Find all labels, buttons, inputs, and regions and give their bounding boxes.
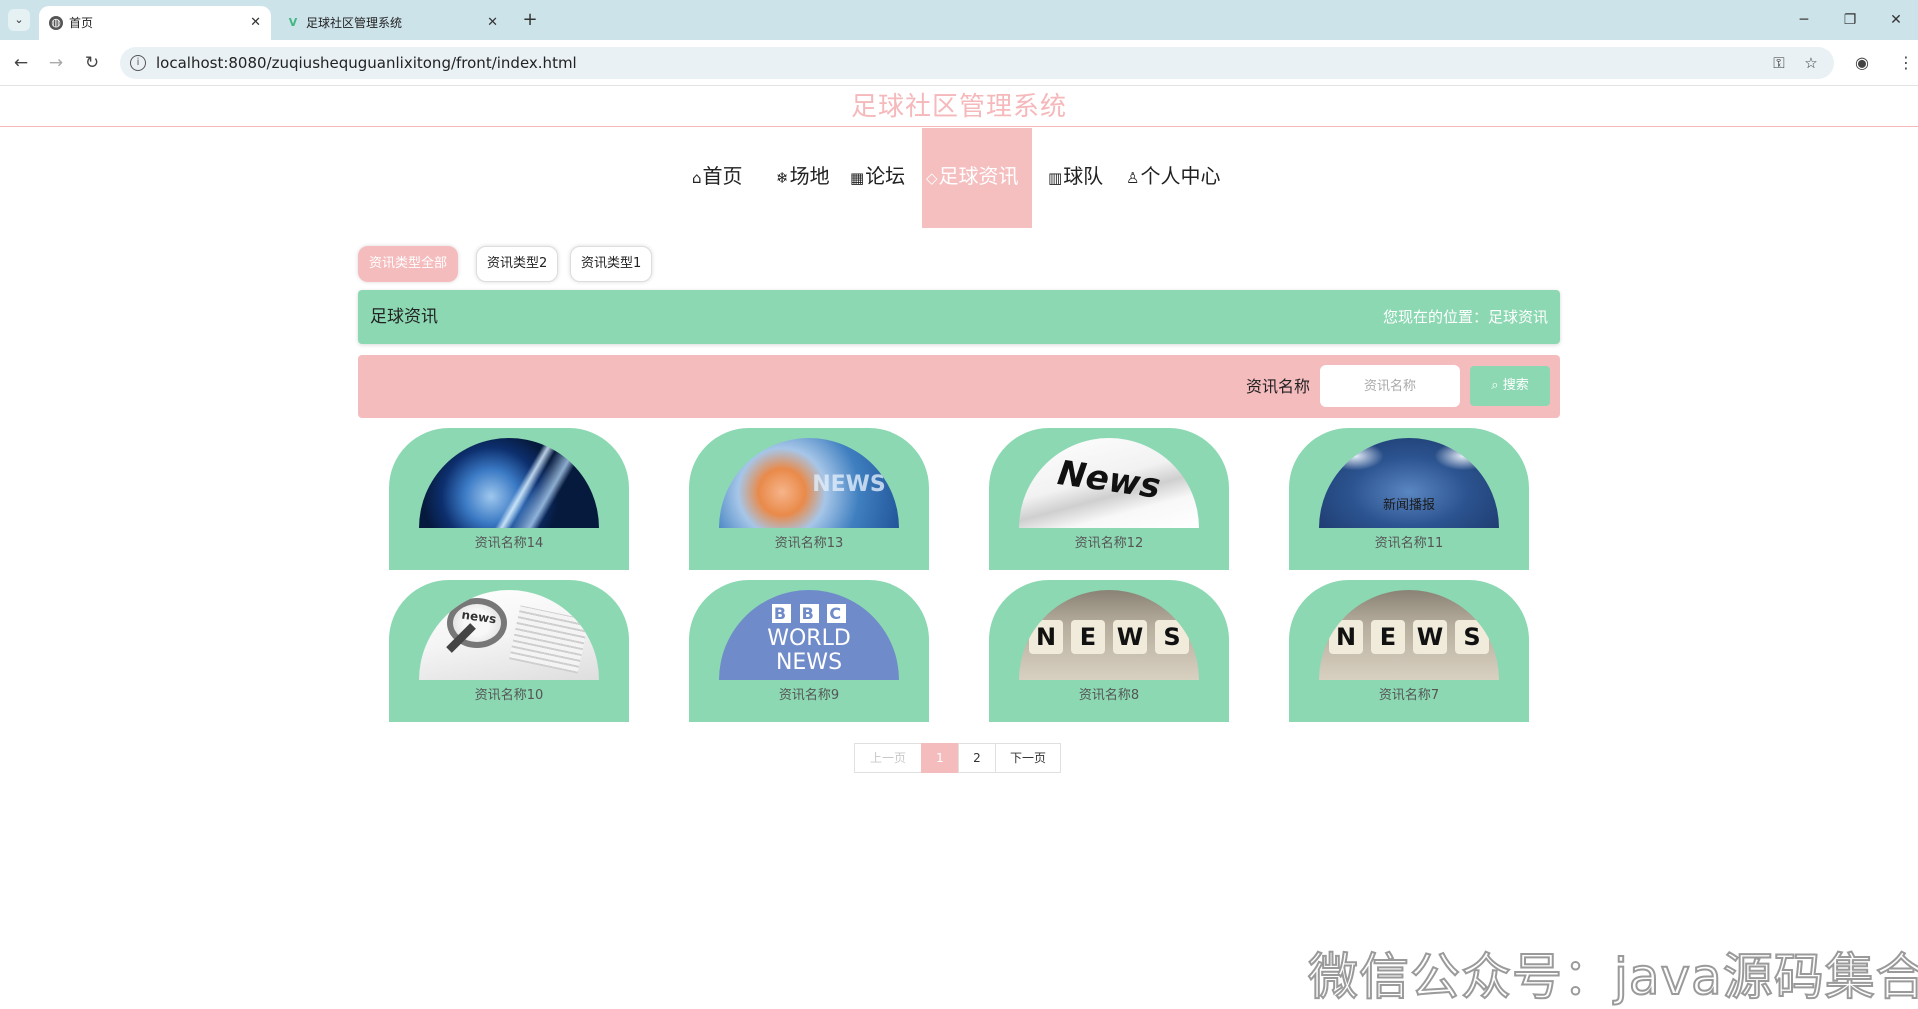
menu-item-football-news[interactable]: ◇足球资讯 bbox=[922, 128, 1032, 228]
menu-item-home[interactable]: ⌂首页 bbox=[692, 128, 743, 228]
menu-item-personal-center[interactable]: ♙个人中心 bbox=[1126, 128, 1220, 228]
grid-icon: ▥ bbox=[1048, 169, 1063, 187]
page-2-button[interactable]: 2 bbox=[958, 743, 996, 773]
url-text[interactable]: localhost:8080/zuqiushequguanlixitong/fr… bbox=[156, 47, 577, 79]
news-studio-image: NEWS bbox=[719, 438, 899, 528]
page-1-button[interactable]: 1 bbox=[921, 743, 959, 773]
menu-label: 球队 bbox=[1063, 164, 1104, 188]
watermark: 微信公众号：java源码集合 bbox=[1307, 947, 1918, 1007]
password-key-icon[interactable]: ⚿ bbox=[1770, 54, 1788, 72]
search-label: 资讯名称 bbox=[1246, 377, 1311, 396]
close-window-button[interactable]: ✕ bbox=[1876, 8, 1916, 32]
calendar-icon: ▦ bbox=[850, 169, 865, 187]
next-page-button[interactable]: 下一页 bbox=[995, 743, 1061, 773]
browser-toolbar: ← → ↻ i localhost:8080/zuqiushequguanlix… bbox=[0, 40, 1918, 86]
profile-icon[interactable]: ◉ bbox=[1850, 51, 1874, 75]
bookmark-star-icon[interactable]: ☆ bbox=[1802, 54, 1820, 72]
browser-menu-icon[interactable]: ⋮ bbox=[1894, 51, 1918, 75]
restore-window-button[interactable]: ❐ bbox=[1830, 8, 1870, 32]
menu-label: 首页 bbox=[702, 164, 743, 188]
menu-item-team[interactable]: ▥球队 bbox=[1048, 128, 1103, 228]
news-card[interactable]: N E W S 资讯名称8 bbox=[989, 580, 1229, 722]
site-title: 足球社区管理系统 bbox=[0, 87, 1918, 127]
news-title: 资讯名称10 bbox=[474, 688, 544, 703]
page-content: 足球社区管理系统 ⌂首页 ❄场地 ▦论坛 ◇足球资讯 ▥球队 ♙个人中心 资讯类… bbox=[0, 87, 1918, 1007]
tab-title: 首页 bbox=[69, 16, 94, 30]
type-filter-1[interactable]: 资讯类型1 bbox=[570, 246, 653, 282]
news-cubes-image: N E W S bbox=[1319, 590, 1499, 680]
minimize-window-button[interactable]: ─ bbox=[1784, 8, 1824, 32]
news-card[interactable]: News 资讯名称12 bbox=[989, 428, 1229, 570]
close-tab-icon[interactable]: ✕ bbox=[250, 6, 261, 40]
search-icon: ⌕ bbox=[1491, 378, 1499, 393]
search-input[interactable] bbox=[1320, 365, 1460, 407]
search-button[interactable]: ⌕ 搜索 bbox=[1470, 366, 1550, 406]
new-tab-button[interactable]: + bbox=[518, 8, 542, 32]
menu-label: 场地 bbox=[789, 164, 830, 188]
type-filter-all[interactable]: 资讯类型全部 bbox=[358, 246, 459, 282]
menu-item-forum[interactable]: ▦论坛 bbox=[850, 128, 905, 228]
news-card[interactable]: news 资讯名称10 bbox=[389, 580, 629, 722]
newspaper-image: News bbox=[1019, 438, 1199, 528]
news-card[interactable]: NEWS 资讯名称13 bbox=[689, 428, 929, 570]
menu-item-venue[interactable]: ❄场地 bbox=[776, 128, 830, 228]
tab-title: 足球社区管理系统 bbox=[306, 16, 403, 30]
news-card[interactable]: B B C WORLD NEWS 资讯名称9 bbox=[689, 580, 929, 722]
breadcrumb: 足球资讯 您现在的位置：足球资讯 bbox=[358, 290, 1560, 344]
news-title: 资讯名称8 bbox=[1078, 688, 1140, 703]
news-card[interactable]: N E W S 资讯名称7 bbox=[1289, 580, 1529, 722]
close-tab-icon[interactable]: ✕ bbox=[487, 6, 498, 40]
search-bar: 资讯名称 ⌕ 搜索 bbox=[358, 355, 1560, 418]
address-bar[interactable]: i localhost:8080/zuqiushequguanlixitong/… bbox=[120, 47, 1834, 79]
news-broadcast-image: 新闻播报 bbox=[1319, 438, 1499, 528]
browser-tab-system[interactable]: V 足球社区管理系统 ✕ bbox=[276, 6, 508, 40]
user-icon: ♙ bbox=[1126, 169, 1140, 187]
menu-label: 个人中心 bbox=[1140, 164, 1221, 188]
snowflake-icon: ❄ bbox=[776, 169, 789, 187]
type-filter-2[interactable]: 资讯类型2 bbox=[476, 246, 559, 282]
news-title: 资讯名称13 bbox=[774, 536, 844, 551]
site-info-icon[interactable]: i bbox=[130, 55, 146, 71]
bbc-world-news-image: B B C WORLD NEWS bbox=[719, 590, 899, 680]
back-button[interactable]: ← bbox=[9, 51, 33, 75]
news-title: 资讯名称9 bbox=[778, 688, 840, 703]
tag-icon: ◇ bbox=[926, 169, 938, 187]
forward-button[interactable]: → bbox=[44, 51, 68, 75]
search-button-label: 搜索 bbox=[1502, 378, 1529, 393]
news-card[interactable]: 资讯名称14 bbox=[389, 428, 629, 570]
news-title: 资讯名称14 bbox=[474, 536, 544, 551]
magnifier-news-image: news bbox=[419, 590, 599, 680]
news-title: 资讯名称12 bbox=[1074, 536, 1144, 551]
news-cubes-image: N E W S bbox=[1019, 590, 1199, 680]
vue-logo-icon: V bbox=[288, 16, 298, 29]
reload-button[interactable]: ↻ bbox=[80, 51, 104, 75]
browser-tab-strip: ⌄ ◍ 首页 ✕ V 足球社区管理系统 ✕ + ─ ❐ ✕ bbox=[0, 0, 1918, 40]
news-title: 资讯名称11 bbox=[1374, 536, 1444, 551]
browser-tab-home[interactable]: ◍ 首页 ✕ bbox=[39, 6, 271, 40]
globe-icon: ◍ bbox=[49, 16, 63, 30]
prev-page-button[interactable]: 上一页 bbox=[854, 743, 922, 773]
news-title: 资讯名称7 bbox=[1378, 688, 1440, 703]
menu-label: 论坛 bbox=[865, 164, 906, 188]
current-location: 您现在的位置：足球资讯 bbox=[1382, 308, 1548, 326]
menu-label: 足球资讯 bbox=[938, 164, 1019, 188]
tab-search-button[interactable]: ⌄ bbox=[8, 9, 30, 31]
section-title: 足球资讯 bbox=[370, 307, 438, 327]
news-card[interactable]: 新闻播报 资讯名称11 bbox=[1289, 428, 1529, 570]
globe-news-image bbox=[419, 438, 599, 528]
home-icon: ⌂ bbox=[692, 169, 702, 187]
